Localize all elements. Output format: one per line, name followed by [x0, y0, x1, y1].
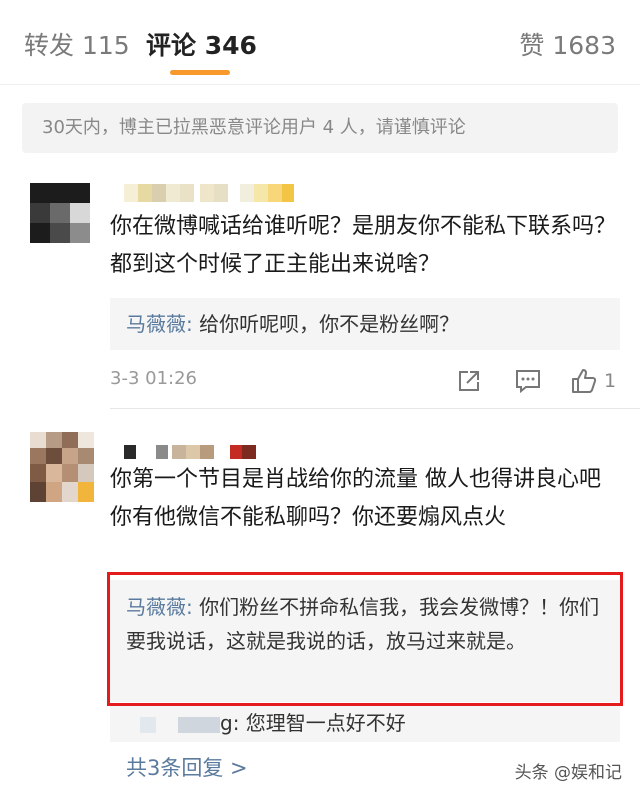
comment-text: 你第一个节目是肖战给你的流量 做人也得讲良心吧 你有他微信不能私聊吗？你还要煽风…	[110, 467, 601, 530]
reply-text: g: 您理智一点好不好	[220, 711, 406, 735]
comment-text: 你在微博喊话给谁听呢？是朋友你不能私下联系吗？都到这个时候了正主能出来说啥？	[110, 214, 617, 277]
tab-repost[interactable]: 转发 115	[24, 26, 130, 62]
thumbs-up-icon	[572, 369, 597, 393]
reply-box[interactable]: g: 您理智一点好不好	[110, 706, 620, 742]
pixelated-name-block	[140, 716, 156, 733]
like-button[interactable]: 1	[570, 366, 616, 396]
share-icon	[459, 371, 479, 391]
divider	[0, 84, 640, 85]
active-tab-indicator	[170, 70, 230, 75]
more-replies-link[interactable]: 共3条回复 >	[126, 752, 248, 782]
tab-comments[interactable]: 评论 346	[146, 26, 257, 62]
block-notice: 30天内，博主已拉黑恶意评论用户 4 人，请谨慎评论	[22, 103, 618, 153]
reply-text: 给你听呢呗，你不是粉丝啊？	[199, 312, 460, 336]
comment-time: 3-3 01:26	[110, 368, 197, 389]
comment-icon	[516, 370, 540, 394]
share-button[interactable]	[456, 366, 482, 396]
reply-author[interactable]: 马薇薇	[126, 312, 186, 336]
watermark: 头条 @娱和记	[510, 756, 626, 785]
tab-bar: 转发 115 评论 346 赞 1683	[0, 0, 640, 90]
pixelated-name-block	[178, 716, 220, 733]
comment-meta: 3-3 01:26 1	[110, 362, 620, 402]
like-count: 1	[604, 370, 617, 392]
avatar[interactable]	[30, 183, 90, 243]
highlight-frame	[107, 572, 623, 706]
comment-button[interactable]	[514, 366, 542, 396]
tab-likes[interactable]: 赞 1683	[519, 26, 616, 62]
avatar[interactable]	[30, 432, 94, 502]
reply-box[interactable]: 马薇薇: 给你听呢呗，你不是粉丝啊？	[110, 298, 620, 350]
comment-separator	[110, 408, 640, 409]
